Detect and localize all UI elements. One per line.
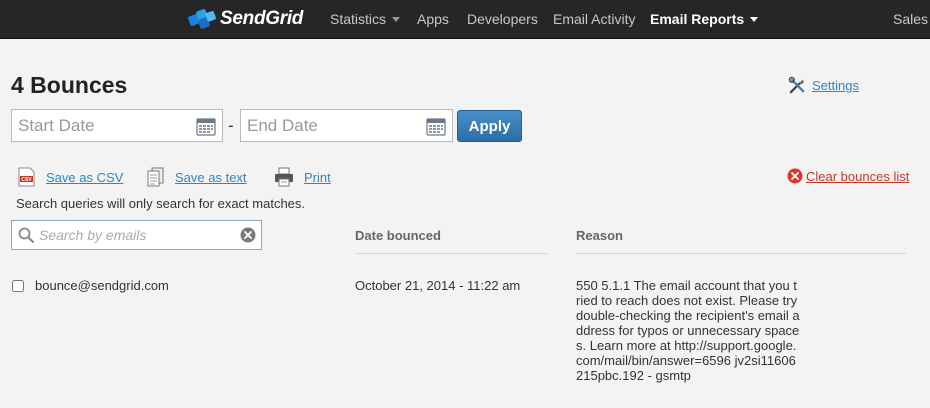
nav-item-email-activity[interactable]: Email Activity: [553, 11, 635, 27]
nav-item-label: Email Reports: [650, 11, 745, 27]
end-date-input[interactable]: [241, 110, 452, 141]
settings-label[interactable]: Settings: [812, 78, 859, 93]
page-title: 4 Bounces: [11, 72, 128, 98]
save-text-action[interactable]: Save as text: [147, 167, 247, 187]
nav-item-label: Statistics: [330, 11, 387, 27]
search-icon: [18, 227, 34, 243]
nav-item-label: Sales: [893, 11, 929, 27]
sendgrid-logo-icon: [188, 9, 216, 29]
date-range-separator: -: [228, 116, 234, 135]
svg-text:CSV: CSV: [21, 177, 32, 183]
brand-name: SendGrid: [220, 8, 304, 29]
settings-link[interactable]: Settings: [788, 76, 859, 95]
row-reason: 550 5.1.1 The email account that you tri…: [576, 278, 800, 383]
nav-item-label: Email Activity: [553, 11, 636, 27]
clear-search-icon[interactable]: [240, 227, 256, 243]
nav-item-statistics[interactable]: Statistics: [330, 11, 401, 27]
chevron-down-icon: [392, 16, 401, 22]
calendar-icon[interactable]: [196, 116, 216, 136]
row-email: bounce@sendgrid.com: [35, 278, 169, 293]
search-note: Search queries will only search for exac…: [16, 196, 306, 211]
column-header-date[interactable]: Date bounced: [355, 228, 548, 254]
clear-bounces-link[interactable]: Clear bounces list: [806, 169, 909, 184]
save-csv-action[interactable]: CSV Save as CSV: [18, 167, 123, 187]
nav-item-label: Apps: [417, 11, 449, 27]
print-link[interactable]: Print: [304, 170, 331, 185]
close-circle-icon: [787, 168, 803, 184]
print-action[interactable]: Print: [274, 167, 331, 187]
nav-item-developers[interactable]: Developers: [467, 11, 538, 27]
calendar-icon[interactable]: [426, 116, 446, 136]
nav-item-label: Developers: [467, 11, 538, 27]
start-date-field[interactable]: [11, 109, 223, 142]
start-date-input[interactable]: [12, 110, 222, 141]
csv-file-icon: CSV: [18, 167, 35, 187]
top-nav: SendGrid Statistics Apps Developers Emai…: [0, 0, 930, 39]
clear-bounces-action[interactable]: Clear bounces list: [787, 168, 909, 184]
row-date: October 21, 2014 - 11:22 am: [355, 278, 521, 293]
save-csv-link[interactable]: Save as CSV: [46, 170, 123, 185]
tools-icon: [788, 76, 805, 94]
nav-item-sales[interactable]: Sales: [893, 11, 928, 27]
row-checkbox[interactable]: [12, 280, 24, 292]
nav-item-email-reports[interactable]: Email Reports: [650, 11, 759, 27]
nav-item-apps[interactable]: Apps: [417, 11, 449, 27]
chevron-down-icon: [750, 16, 759, 22]
printer-icon: [275, 167, 293, 187]
text-file-icon: [147, 167, 164, 187]
email-search-input[interactable]: [34, 221, 240, 249]
sendgrid-logo[interactable]: SendGrid: [188, 6, 303, 32]
apply-button[interactable]: Apply: [457, 110, 522, 142]
save-text-link[interactable]: Save as text: [175, 170, 247, 185]
end-date-field[interactable]: [240, 109, 453, 142]
email-search-field[interactable]: [11, 220, 262, 250]
column-header-reason[interactable]: Reason: [576, 228, 906, 254]
